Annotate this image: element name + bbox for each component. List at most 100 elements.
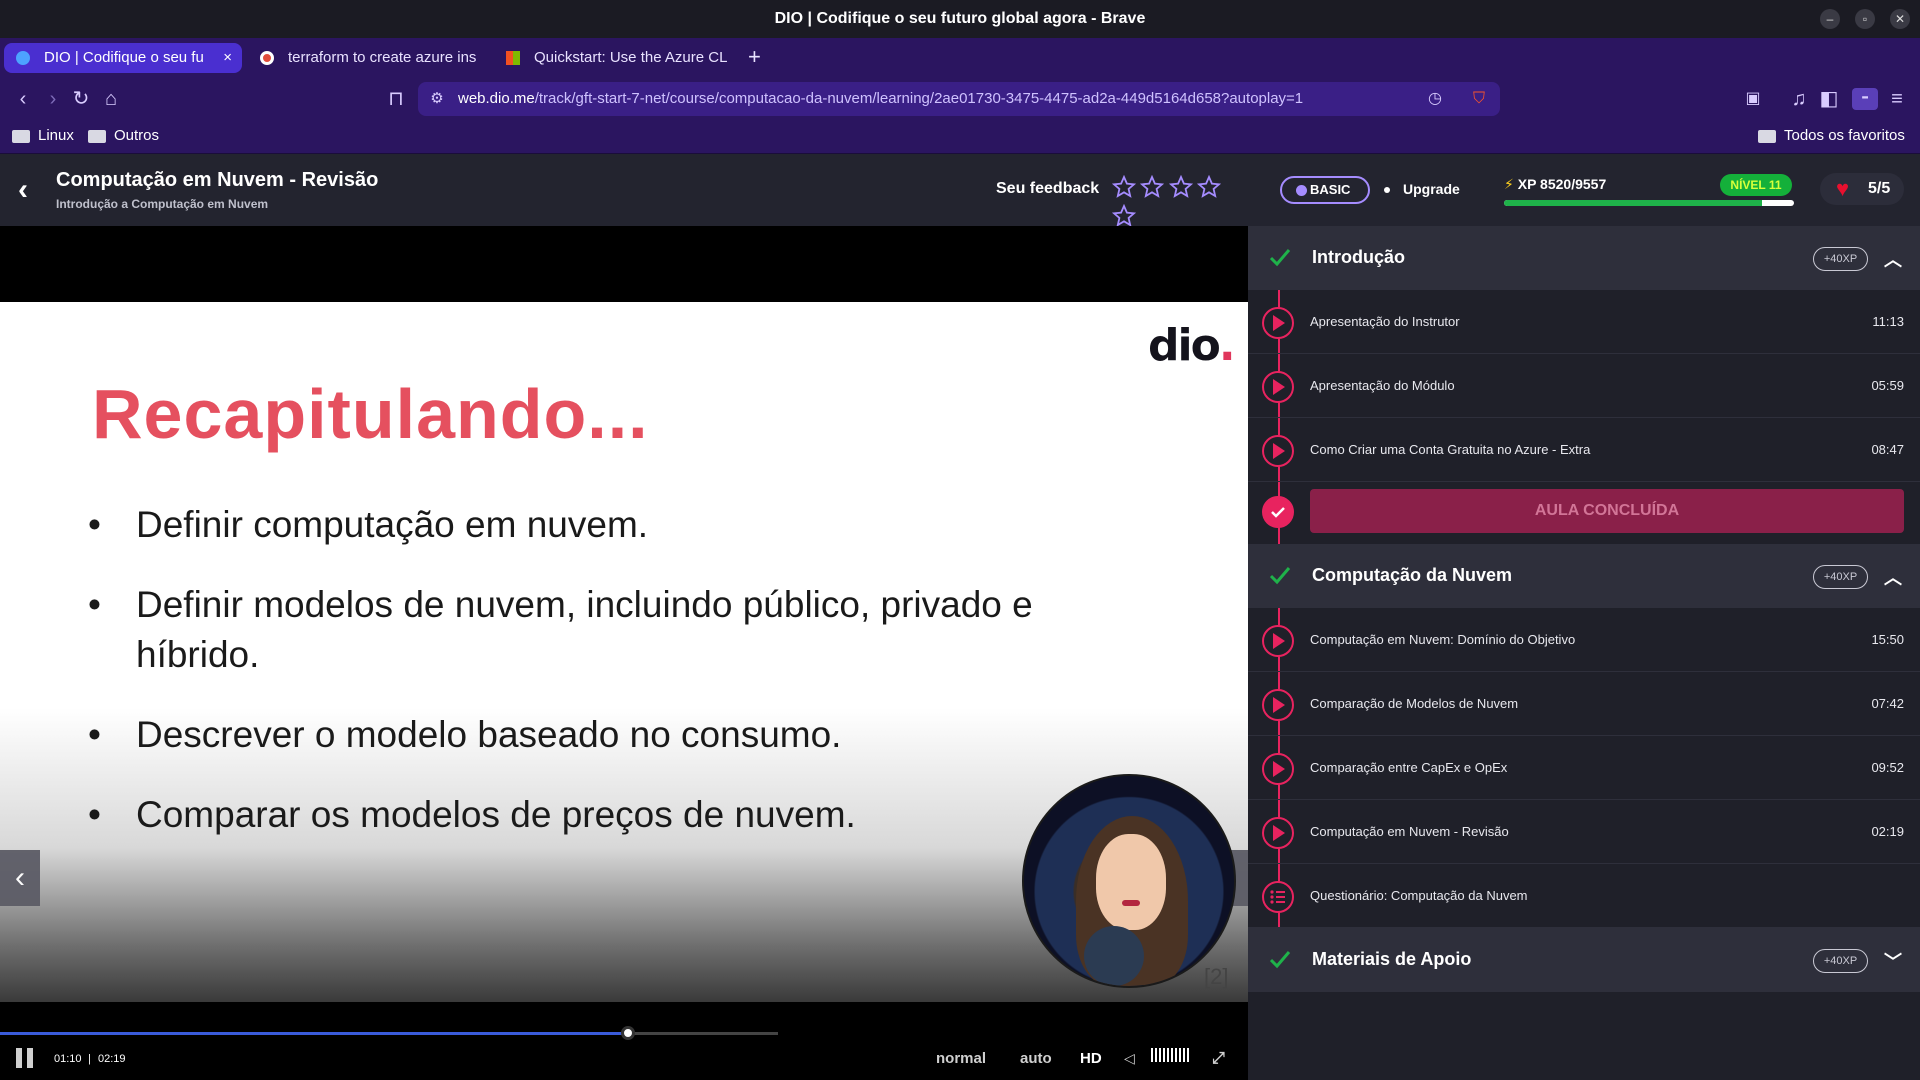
bookmarks-bar: Linux Outros Todos os favoritos — [0, 120, 1920, 154]
account-status-bar: BASIC Upgrade ⚡ XP 8520/9557 NÍVEL 11 ♥ 5… — [1248, 154, 1920, 226]
xp-badge: +40XP — [1813, 949, 1868, 973]
slide-bullets: Definir computação em nuvem. Definir mod… — [88, 500, 1092, 870]
playback-speed-button[interactable]: normal — [936, 1050, 986, 1067]
play-icon — [1262, 371, 1294, 403]
close-window-button[interactable]: ✕ — [1890, 9, 1910, 29]
feedback-stars — [1112, 175, 1248, 233]
checkmark-circle-icon — [1262, 496, 1294, 528]
xp-progress-bar — [1504, 200, 1794, 206]
folder-icon — [1758, 130, 1776, 143]
lesson-item[interactable]: Comparação de Modelos de Nuvem 07:42 — [1248, 672, 1920, 736]
history-icon[interactable]: ◷ — [1424, 88, 1446, 110]
extension-icon[interactable]: ⁃ — [1852, 88, 1878, 110]
fullscreen-icon[interactable]: ⤢ — [1212, 1050, 1225, 1068]
bookmark-folder-linux[interactable]: Linux — [12, 127, 74, 144]
heart-icon: ♥ — [1836, 176, 1850, 201]
reload-icon[interactable]: ↻ — [70, 88, 92, 110]
dio-favicon-icon — [16, 51, 30, 65]
folder-icon — [12, 130, 30, 143]
lesson-item[interactable]: Computação em Nuvem: Domínio do Objetivo… — [1248, 608, 1920, 672]
back-arrow-icon[interactable]: ‹ — [18, 175, 40, 205]
slide-bullet: Definir computação em nuvem. — [88, 500, 1092, 550]
media-icon[interactable]: ♫ — [1788, 88, 1810, 110]
slide-bullet: Descrever o modelo baseado no consumo. — [88, 710, 1092, 760]
xp-badge: +40XP — [1813, 247, 1868, 271]
minimize-button[interactable]: – — [1820, 9, 1840, 29]
play-icon — [1262, 435, 1294, 467]
navigation-bar: ‹ › ↻ ⌂ ⊓ ⚙ web.dio.me/track/gft-start-7… — [0, 78, 1920, 120]
section-header-computacao[interactable]: Computação da Nuvem +40XP ︿ — [1248, 544, 1920, 608]
upgrade-link[interactable]: Upgrade — [1403, 181, 1460, 197]
section-header-introducao[interactable]: Introdução +40XP ︿ — [1248, 226, 1920, 290]
tab-label: terraform to create azure ins — [288, 49, 477, 66]
lesson-item[interactable]: Comparação entre CapEx e OpEx 09:52 — [1248, 736, 1920, 800]
volume-slider[interactable] — [1151, 1048, 1191, 1062]
bookmark-folder-all[interactable]: Todos os favoritos — [1758, 127, 1905, 144]
player-controls: 01:10 | 02:19 normal auto HD ◁ ⤢ — [0, 1002, 1248, 1080]
home-icon[interactable]: ⌂ — [100, 88, 122, 110]
seek-bar[interactable] — [0, 1026, 778, 1040]
close-tab-icon[interactable]: × — [223, 43, 232, 73]
chevron-down-icon[interactable]: ﹀ — [1884, 948, 1902, 974]
forward-icon[interactable]: › — [42, 88, 64, 110]
quiz-item[interactable]: Questionário: Computação da Nuvem — [1248, 864, 1920, 928]
chevron-up-icon[interactable]: ︿ — [1884, 246, 1902, 272]
play-icon — [1262, 689, 1294, 721]
star-icon[interactable] — [1168, 175, 1193, 199]
instructor-webcam — [1022, 774, 1236, 988]
tab-strip: DIO | Codifique o seu fu × terraform to … — [0, 38, 1920, 78]
quality-hd-button[interactable]: HD — [1080, 1050, 1102, 1067]
seek-handle[interactable] — [620, 1026, 635, 1040]
lesson-item[interactable]: Apresentação do Instrutor 11:13 — [1248, 290, 1920, 354]
play-icon — [1262, 625, 1294, 657]
chevron-up-icon[interactable]: ︿ — [1884, 564, 1902, 590]
course-outline: Introdução +40XP ︿ Apresentação do Instr… — [1248, 226, 1920, 1080]
section-title: Introdução — [1312, 247, 1405, 267]
star-icon[interactable] — [1112, 175, 1136, 199]
lives-counter: ♥ 5/5 — [1820, 173, 1904, 205]
section-header-materiais[interactable]: Materiais de Apoio +40XP ﹀ — [1248, 928, 1920, 992]
bookmark-folder-outros[interactable]: Outros — [88, 127, 159, 144]
list-icon — [1262, 881, 1294, 913]
lesson-item[interactable]: Como Criar uma Conta Gratuita no Azure -… — [1248, 418, 1920, 482]
star-icon[interactable] — [1112, 204, 1136, 228]
video-player[interactable]: dio. Recapitulando... Definir computação… — [0, 226, 1248, 1002]
tab-search-icon[interactable]: ▣ — [1742, 88, 1764, 110]
brave-shields-icon[interactable]: ⛉ — [1468, 88, 1490, 110]
lesson-item-current[interactable]: Computação em Nuvem - Revisão 02:19 — [1248, 800, 1920, 864]
xp-progress-fill — [1504, 200, 1763, 206]
maximize-button[interactable]: ▫ — [1855, 9, 1875, 29]
star-icon[interactable] — [1197, 175, 1222, 199]
new-tab-button[interactable]: + — [748, 44, 761, 70]
sidebar-toggle-icon[interactable]: ◧ — [1818, 88, 1840, 110]
tab-label: Quickstart: Use the Azure CLI — [534, 49, 728, 66]
check-icon — [1269, 249, 1291, 267]
lightning-icon: ⚡ — [1504, 176, 1514, 192]
plan-badge[interactable]: BASIC — [1280, 176, 1370, 204]
tab-label: DIO | Codifique o seu fu — [44, 49, 204, 66]
site-settings-icon[interactable]: ⚙ — [426, 88, 448, 110]
tab-azure-quickstart[interactable]: Quickstart: Use the Azure CLI — [494, 43, 728, 73]
lesson-item[interactable]: Apresentação do Módulo 05:59 — [1248, 354, 1920, 418]
plan-icon — [1296, 185, 1307, 196]
volume-icon[interactable]: ◁ — [1124, 1050, 1135, 1067]
pause-icon[interactable] — [16, 1048, 36, 1068]
tab-dio[interactable]: DIO | Codifique o seu fu × — [4, 43, 242, 73]
back-icon[interactable]: ‹ — [12, 88, 34, 110]
check-icon — [1269, 951, 1291, 969]
slide-bullet: Definir modelos de nuvem, incluindo públ… — [88, 580, 1052, 680]
level-badge: NÍVEL 11 — [1720, 174, 1792, 196]
bookmark-icon[interactable]: ⊓ — [385, 88, 407, 110]
play-icon — [1262, 817, 1294, 849]
slide-page-marker: [2] — [1204, 964, 1229, 989]
menu-icon[interactable]: ≡ — [1886, 88, 1908, 110]
xp-badge: +40XP — [1813, 565, 1868, 589]
star-icon[interactable] — [1140, 175, 1165, 199]
address-bar[interactable]: ⚙ web.dio.me/track/gft-start-7-net/cours… — [418, 82, 1500, 116]
quality-auto-button[interactable]: auto — [1020, 1050, 1052, 1067]
slide-title: Recapitulando... — [92, 375, 649, 453]
tab-terraform[interactable]: terraform to create azure ins — [248, 43, 482, 73]
lesson-completed-button[interactable]: AULA CONCLUÍDA — [1310, 489, 1904, 533]
play-icon — [1262, 307, 1294, 339]
previous-lesson-button[interactable]: ‹ — [0, 850, 40, 906]
